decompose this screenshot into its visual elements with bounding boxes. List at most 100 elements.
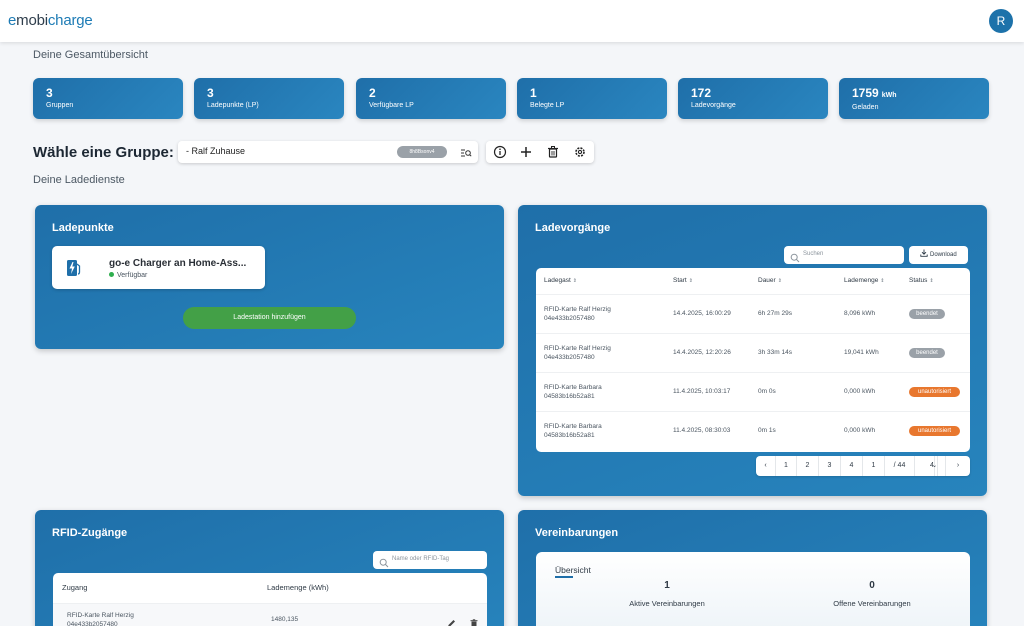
guest-name: RFID-Karte Barbara <box>544 423 602 430</box>
pagination-current-page-input[interactable]: 1 <box>863 456 885 476</box>
amount: 0,000 kWh <box>844 427 876 434</box>
column-header-duration[interactable]: Dauer ⇕ <box>758 277 782 284</box>
stat-card-available[interactable]: 2 Verfügbare LP <box>356 78 506 119</box>
table-row[interactable]: RFID-Karte Ralf Herzig 04e433b2057480 14.… <box>536 294 970 333</box>
pagination-page-4[interactable]: 4 <box>841 456 863 476</box>
add-icon[interactable] <box>519 145 533 159</box>
column-header-guest[interactable]: Ladegast ⇕ <box>544 277 577 284</box>
status-badge: unautorisiert <box>909 426 960 436</box>
duration: 3h 33m 14s <box>758 349 792 356</box>
search-icon <box>379 555 389 568</box>
start-time: 11.4.2025, 08:30:03 <box>673 427 731 434</box>
logo-part-e: e <box>8 12 17 29</box>
agreements-card: Vereinbarungen Übersicht 1 Aktive Verein… <box>518 510 987 626</box>
group-select-value: - Ralf Zuhause <box>186 146 246 156</box>
stat-card-occupied[interactable]: 1 Belegte LP <box>517 78 667 119</box>
user-avatar[interactable]: R <box>989 9 1013 33</box>
charge-points-card: Ladepunkte go-e Charger an Home-Ass... V… <box>35 205 504 349</box>
edit-icon[interactable] <box>447 615 456 626</box>
search-list-icon[interactable] <box>460 146 472 158</box>
stat-value: 2 <box>369 86 376 100</box>
column-header-amount: Lademenge (kWh) <box>267 583 329 592</box>
column-header-access: Zugang <box>62 583 88 592</box>
download-button[interactable]: Download <box>909 246 968 264</box>
pagination-page-1[interactable]: 1 <box>776 456 797 476</box>
stat-value: 1 <box>530 86 537 100</box>
tab-overview-indicator <box>555 576 573 578</box>
active-agreements-label: Aktive Vereinbarungen <box>629 599 705 608</box>
duration: 0m 0s <box>758 388 776 395</box>
guest-tag: 04e433b2057480 <box>544 315 595 322</box>
stat-label: Ladepunkte (LP) <box>207 102 259 109</box>
group-select-dropdown[interactable]: - Ralf Zuhause 8h8Bsonv4 <box>178 141 478 163</box>
stat-label: Belegte LP <box>530 102 565 109</box>
pagination-prev[interactable]: ‹ <box>756 456 776 476</box>
logo-part-mobi: mobi <box>16 12 48 29</box>
guest-tag: 04583b16b52a81 <box>544 432 595 439</box>
group-id-chip: 8h8Bsonv4 <box>397 146 447 158</box>
charging-sessions-title: Ladevorgänge <box>535 222 611 234</box>
logo-part-charge: charge <box>47 12 93 29</box>
info-icon[interactable] <box>493 145 507 159</box>
column-header-start[interactable]: Start ⇕ <box>673 277 693 284</box>
table-row[interactable]: RFID-Karte Ralf Herzig 04e433b2057480 14.… <box>536 333 970 372</box>
column-header-amount[interactable]: Lademenge ⇕ <box>844 277 885 284</box>
charger-name: go-e Charger an Home-Ass... <box>109 258 247 269</box>
stat-card-groups[interactable]: 3 Gruppen <box>33 78 183 119</box>
open-agreements-count: 0 <box>869 580 875 591</box>
pagination-total: / 44 <box>885 456 915 476</box>
search-placeholder: Name oder RFID-Tag <box>392 556 450 562</box>
tab-overview[interactable]: Übersicht <box>555 565 591 575</box>
pagination-next[interactable]: › <box>946 456 970 476</box>
pagination-page-2[interactable]: 2 <box>797 456 819 476</box>
rows-per-page-select[interactable]: 4 ⌄ <box>915 456 946 476</box>
duration: 0m 1s <box>758 427 776 434</box>
sort-icon: ⇕ <box>880 278 885 284</box>
stat-value: 3 <box>46 86 53 100</box>
rfid-card: RFID-Zugänge Name oder RFID-Tag Zugang L… <box>35 510 504 626</box>
trash-icon[interactable] <box>546 145 560 159</box>
stat-card-sessions[interactable]: 172 Ladevorgänge <box>678 78 828 119</box>
pagination: ‹ 1 2 3 4 1 / 44 4 ⌄ › <box>756 456 970 476</box>
add-charging-station-button[interactable]: Ladestation hinzufügen <box>183 307 356 329</box>
table-row[interactable]: RFID-Karte Ralf Herzig 04e433b2057480 148… <box>53 603 487 626</box>
status-badge: beendet <box>909 309 945 319</box>
sessions-table: Ladegast ⇕ Start ⇕ Dauer ⇕ Lademenge ⇕ Statu… <box>536 268 970 452</box>
agreements-title: Vereinbarungen <box>535 527 619 539</box>
guest-name: RFID-Karte Ralf Herzig <box>544 306 611 313</box>
trash-icon[interactable] <box>470 615 478 626</box>
group-actions <box>486 141 594 163</box>
top-bar: emobicharge R <box>0 0 1024 42</box>
app-logo[interactable]: emobicharge <box>8 12 93 29</box>
stat-card-charge-points[interactable]: 3 Ladepunkte (LP) <box>194 78 344 119</box>
group-select-title: Wähle eine Gruppe: <box>33 144 174 161</box>
download-label: Download <box>929 252 957 258</box>
stat-value: 172 <box>691 86 712 100</box>
sessions-search-input[interactable]: Suchen <box>784 246 904 264</box>
status-badge: beendet <box>909 348 945 358</box>
stat-card-charged[interactable]: 1759 kWh Geladen <box>839 78 989 119</box>
table-row[interactable]: RFID-Karte Barbara 04583b16b52a81 11.4.20… <box>536 411 970 450</box>
start-time: 11.4.2025, 10:03:17 <box>673 388 731 395</box>
start-time: 14.4.2025, 12:20:26 <box>673 349 731 356</box>
table-row[interactable]: RFID-Karte Barbara 04583b16b52a81 11.4.20… <box>536 372 970 411</box>
charging-sessions-card: Ladevorgänge Suchen Download Ladegast ⇕ S… <box>518 205 987 496</box>
rfid-name: RFID-Karte Ralf Herzig <box>67 612 134 619</box>
charger-item[interactable]: go-e Charger an Home-Ass... Verfügbar <box>52 246 265 289</box>
column-header-status[interactable]: Status ⇕ <box>909 277 934 284</box>
status-dot <box>109 272 114 277</box>
rfid-title: RFID-Zugänge <box>52 527 128 539</box>
sort-icon: ⇕ <box>572 278 577 284</box>
chevron-down-icon: ⌄ <box>932 456 939 476</box>
gear-icon[interactable] <box>573 145 587 159</box>
rfid-amount: 1480,135 <box>271 616 299 623</box>
services-label: Deine Ladedienste <box>33 174 125 186</box>
agreements-panel: Übersicht 1 Aktive Vereinbarungen 0 Offe… <box>536 552 970 626</box>
rfid-table: Zugang Lademenge (kWh) RFID-Karte Ralf H… <box>53 573 487 626</box>
stat-unit: kWh <box>881 92 897 99</box>
open-agreements-label: Offene Vereinbarungen <box>833 599 911 608</box>
guest-name: RFID-Karte Barbara <box>544 384 602 391</box>
overview-label: Deine Gesamtübersicht <box>33 49 148 61</box>
pagination-page-3[interactable]: 3 <box>819 456 841 476</box>
rfid-search-input[interactable]: Name oder RFID-Tag <box>373 551 487 569</box>
